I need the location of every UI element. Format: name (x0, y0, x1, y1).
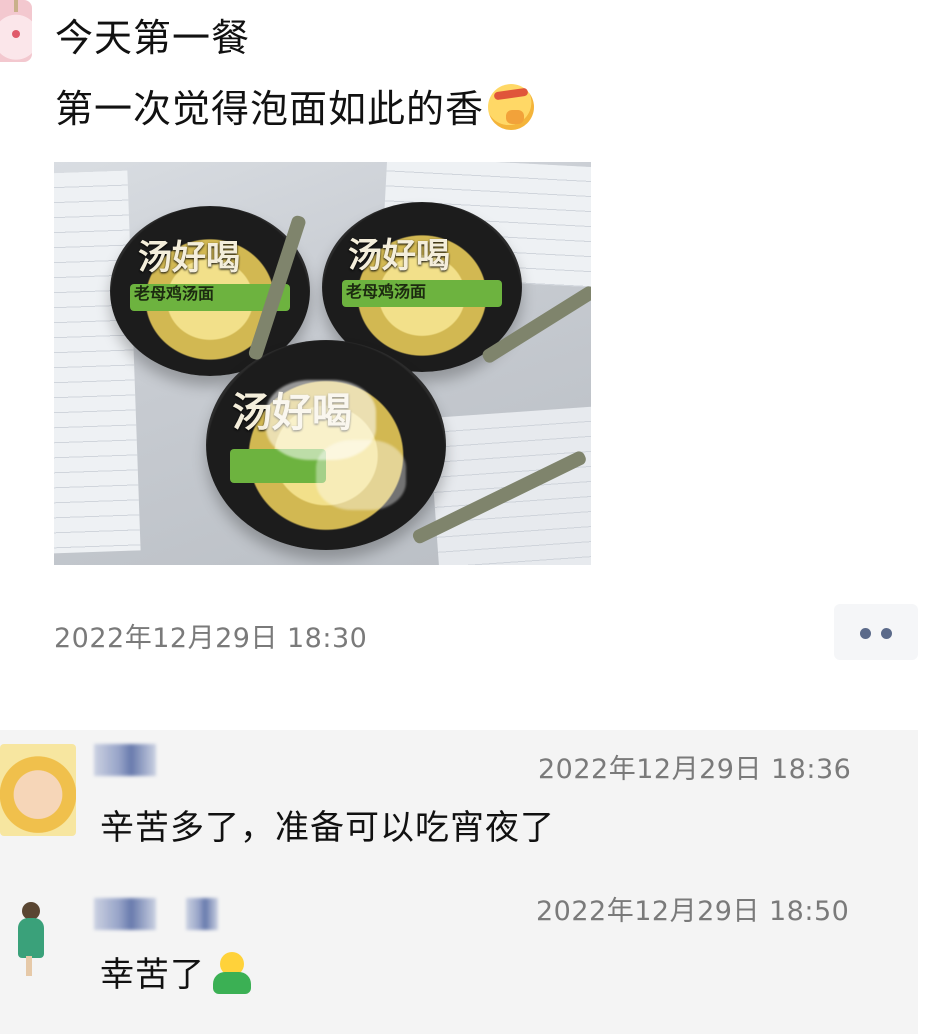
comment-timestamp: 2022年12月29日 18:50 (536, 896, 850, 927)
cup-brand-label: 汤好喝 (348, 236, 450, 276)
post-text-line-2-text: 第一次觉得泡面如此的香 (55, 87, 485, 131)
comment-text: 辛苦多了，准备可以吃宵夜了 (100, 808, 555, 848)
comment-timestamp: 2022年12月29日 18:36 (538, 754, 852, 785)
green-person-emoji-icon (211, 952, 253, 994)
commenter-name-blurred[interactable] (94, 898, 156, 930)
comment-text: 幸苦了 (100, 952, 253, 997)
post-text-line-1: 今天第一餐 (55, 16, 251, 60)
more-dots-icon (881, 628, 892, 639)
post-photo[interactable]: 汤好喝 老母鸡汤面 汤好喝 老母鸡汤面 汤好喝 (54, 162, 591, 565)
more-dots-icon (860, 628, 871, 639)
poster-avatar[interactable] (0, 0, 32, 62)
face-with-headband-emoji-icon (488, 84, 535, 130)
comments-section: 2022年12月29日 18:36 辛苦多了，准备可以吃宵夜了 2022年12月… (0, 730, 918, 1034)
more-options-button[interactable] (834, 604, 918, 660)
commenter-avatar[interactable] (0, 896, 76, 988)
post-text-line-2: 第一次觉得泡面如此的香 (55, 84, 535, 133)
commenter-avatar[interactable] (0, 744, 76, 836)
comment-text-content: 幸苦了 (100, 955, 205, 995)
cup-flavor-label: 老母鸡汤面 (346, 282, 427, 301)
commenter-name-blurred[interactable] (94, 744, 156, 776)
post-timestamp: 2022年12月29日 18:30 (54, 623, 368, 654)
commenter-name-blurred[interactable] (186, 898, 218, 930)
cup-brand-label: 汤好喝 (138, 238, 240, 278)
cup-flavor-label: 老母鸡汤面 (134, 284, 215, 303)
